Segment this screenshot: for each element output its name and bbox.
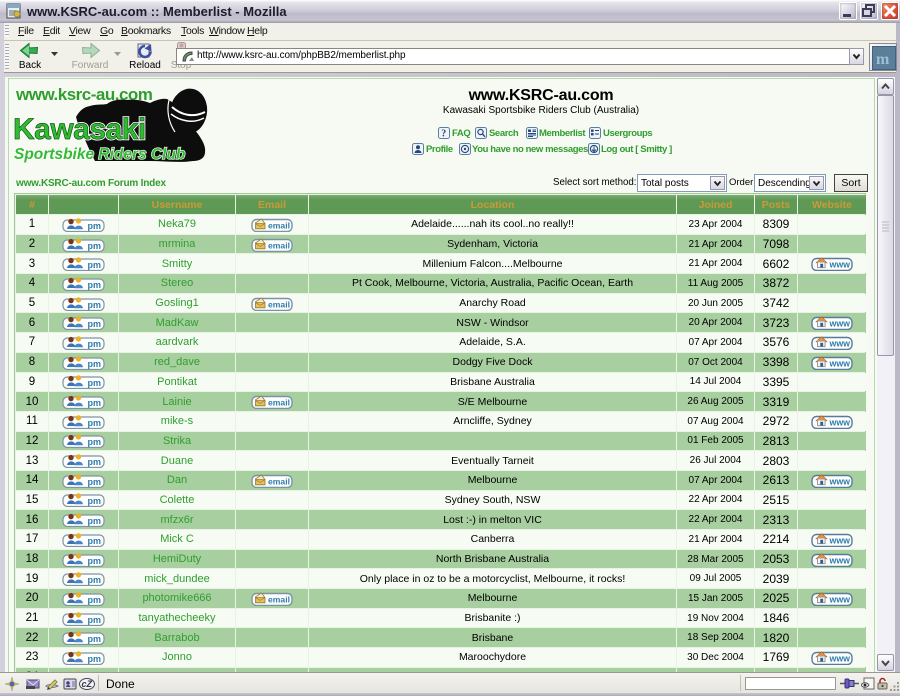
svg-text:pm: pm — [88, 358, 102, 368]
svg-text:pm: pm — [88, 536, 102, 546]
svg-text:Kawasaki: Kawasaki — [13, 113, 146, 146]
svg-text:m: m — [876, 51, 890, 68]
svg-text:pm: pm — [88, 299, 102, 309]
svg-text:pm: pm — [88, 496, 102, 506]
svg-text:pm: pm — [88, 516, 102, 526]
svg-text:pm: pm — [88, 457, 102, 467]
svg-text:www: www — [829, 417, 851, 427]
svg-text:email: email — [268, 240, 290, 250]
svg-text:pm: pm — [88, 378, 102, 388]
svg-text:pm: pm — [88, 418, 102, 428]
svg-text:email: email — [268, 398, 290, 408]
svg-text:pm: pm — [88, 260, 102, 270]
svg-text:www: www — [829, 260, 851, 270]
svg-text:pm: pm — [88, 634, 102, 644]
svg-text:www: www — [829, 555, 851, 565]
svg-text:cZ: cZ — [82, 679, 93, 689]
svg-text:email: email — [268, 476, 290, 486]
svg-text:email: email — [268, 220, 290, 230]
svg-text:www: www — [829, 595, 851, 605]
svg-text:www: www — [829, 654, 851, 664]
svg-text:www: www — [829, 319, 851, 329]
svg-text:pm: pm — [88, 595, 102, 605]
svg-text:www: www — [829, 339, 851, 349]
svg-text:pm: pm — [88, 398, 102, 408]
svg-text:pm: pm — [88, 339, 102, 349]
svg-text:pm: pm — [88, 555, 102, 565]
svg-text:pm: pm — [88, 240, 102, 250]
svg-text:pm: pm — [88, 614, 102, 624]
svg-text:?: ? — [441, 129, 446, 139]
svg-text:pm: pm — [88, 280, 102, 290]
svg-text:pm: pm — [88, 437, 102, 447]
svg-text:www: www — [829, 535, 851, 545]
svg-text:pm: pm — [88, 221, 102, 231]
svg-text:email: email — [268, 299, 290, 309]
svg-text:pm: pm — [88, 654, 102, 664]
svg-text:www: www — [829, 358, 851, 368]
svg-text:pm: pm — [88, 575, 102, 585]
svg-text:pm: pm — [88, 319, 102, 329]
svg-text:email: email — [268, 595, 290, 605]
svg-text:pm: pm — [88, 477, 102, 487]
svg-text:Sportsbike Riders Club: Sportsbike Riders Club — [14, 146, 186, 163]
svg-text:www: www — [829, 476, 851, 486]
